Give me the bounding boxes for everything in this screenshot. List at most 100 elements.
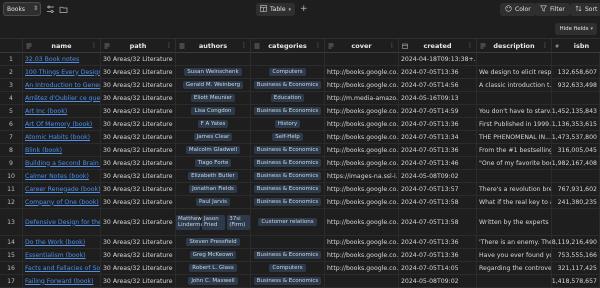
cell-cover[interactable]: http://m.media-amazo... bbox=[325, 92, 399, 104]
cell-categories[interactable]: Computers bbox=[251, 262, 325, 274]
cell-authors[interactable]: Elizabeth Butler bbox=[176, 170, 251, 182]
more-vertical-icon[interactable]: ⋮ bbox=[91, 42, 97, 50]
note-link[interactable]: Art Inc (book) bbox=[25, 108, 67, 115]
note-link[interactable]: Calmer Notes (book) bbox=[25, 173, 89, 180]
cell-description[interactable]: We design to elicit resp... bbox=[477, 66, 552, 78]
cell-cover[interactable]: http://books.google.co... bbox=[325, 131, 399, 143]
cell-authors[interactable]: Tiago Forte bbox=[176, 157, 251, 169]
table-row[interactable]: 17 Failing Forward (book) 30 Areas/32 Lite… bbox=[0, 275, 600, 288]
cell-path[interactable]: 30 Areas/32 Literature ... bbox=[101, 236, 176, 248]
table-row[interactable]: 10 Calmer Notes (book) 30 Areas/32 Literat… bbox=[0, 170, 600, 183]
cell-created[interactable]: 2024-07-05T14:59 bbox=[399, 105, 477, 117]
cell-description[interactable]: What if the real key to a... bbox=[477, 196, 552, 208]
cell-path[interactable]: 30 Areas/32 Literature ... bbox=[101, 275, 176, 287]
more-vertical-icon[interactable]: ⋮ bbox=[241, 42, 247, 50]
cell-categories[interactable]: Business & Economics bbox=[251, 196, 325, 208]
cell-description[interactable] bbox=[477, 92, 552, 104]
cell-description[interactable]: Have you ever found yo... bbox=[477, 249, 552, 261]
cell-description[interactable]: You don't have to starv... bbox=[477, 105, 552, 117]
cell-name[interactable]: Do the Work (book) bbox=[23, 236, 101, 248]
column-header-name[interactable]: name ⋮ bbox=[23, 39, 101, 53]
note-link[interactable]: An Introduction to General Sy bbox=[25, 82, 100, 89]
cell-description[interactable]: A classic introduction t... bbox=[477, 79, 552, 91]
note-link[interactable]: Failing Forward (book) bbox=[25, 278, 94, 285]
cell-created[interactable]: 2024-07-05T13:36 bbox=[399, 236, 477, 248]
note-link[interactable]: Building a Second Brain (boo bbox=[25, 160, 100, 167]
cell-description[interactable] bbox=[477, 53, 552, 65]
cell-cover[interactable]: http://books.google.co... bbox=[325, 105, 399, 117]
cell-path[interactable]: 30 Areas/32 Literature ... bbox=[101, 144, 176, 156]
cell-description[interactable]: THE PHENOMENAL IN... bbox=[477, 131, 552, 143]
cell-authors[interactable]: John C. Maxwell bbox=[176, 275, 251, 287]
cell-created[interactable]: 2024-07-05T13:58 bbox=[399, 196, 477, 208]
column-header-categories[interactable]: categories ⋮ bbox=[251, 39, 325, 53]
cell-isbn[interactable] bbox=[552, 209, 600, 235]
more-vertical-icon[interactable]: ⋮ bbox=[166, 42, 172, 50]
cell-name[interactable]: Facts and Fallacies of Softw bbox=[23, 262, 101, 274]
add-view-button[interactable]: + bbox=[300, 3, 308, 16]
cell-categories[interactable]: Education bbox=[251, 92, 325, 104]
cell-description[interactable] bbox=[477, 275, 552, 287]
cell-name[interactable]: Arrêtez d'Oublier ce que vo bbox=[23, 92, 101, 104]
cell-categories[interactable]: Business & Economics bbox=[251, 79, 325, 91]
cell-cover[interactable]: http://books.google.co... bbox=[325, 66, 399, 78]
cell-name[interactable]: Art Inc (book) bbox=[23, 105, 101, 117]
cell-path[interactable]: 30 Areas/32 Literature ... bbox=[101, 249, 176, 261]
cell-isbn[interactable]: 241,380,235 bbox=[552, 196, 600, 208]
cell-created[interactable]: 2024-04-18T09:13:38+... bbox=[399, 53, 477, 65]
cell-cover[interactable]: http://books.google.co... bbox=[325, 183, 399, 195]
note-link[interactable]: Essentialism (book) bbox=[25, 252, 86, 259]
cell-authors[interactable]: Lisa Congdon bbox=[176, 105, 251, 117]
cell-isbn[interactable]: 767,931,602 bbox=[552, 183, 600, 195]
note-link[interactable]: Facts and Fallacies of Softw bbox=[25, 265, 100, 272]
cell-description[interactable]: Written by the experts ... bbox=[477, 209, 552, 235]
color-button[interactable]: Color bbox=[500, 3, 536, 16]
cell-created[interactable]: 2024-07-05T13:34 bbox=[399, 131, 477, 143]
cell-created[interactable]: 2024-07-05T14:05 bbox=[399, 262, 477, 274]
cell-path[interactable]: 30 Areas/32 Literature ... bbox=[101, 196, 176, 208]
cell-cover[interactable]: http://books.google.co... bbox=[325, 144, 399, 156]
cell-categories[interactable]: Business & Economics bbox=[251, 157, 325, 169]
cell-cover[interactable]: http://books.google.co... bbox=[325, 196, 399, 208]
hide-fields-button[interactable]: Hide fields ▾ bbox=[555, 23, 597, 35]
cell-name[interactable]: An Introduction to General Sy bbox=[23, 79, 101, 91]
note-link[interactable]: Company of One (book) bbox=[25, 199, 99, 206]
cell-name[interactable]: Atomic Habits (book) bbox=[23, 131, 101, 143]
column-header-created[interactable]: created ⋮ bbox=[399, 39, 477, 53]
cell-authors[interactable] bbox=[176, 53, 251, 65]
cell-authors[interactable]: Jonathan Fields bbox=[176, 183, 251, 195]
table-row[interactable]: 13 Defensive Design for the Wel30 Areas/3… bbox=[0, 209, 600, 236]
cell-name[interactable]: Career Renegade (book) bbox=[23, 183, 101, 195]
table-row[interactable]: 14 Do the Work (book) 30 Areas/32 Literatu… bbox=[0, 236, 600, 249]
cell-created[interactable]: 2024-07-05T14:56 bbox=[399, 79, 477, 91]
cell-authors[interactable]: Gerald M. Weinberg bbox=[176, 79, 251, 91]
note-link[interactable]: Art Of Memory (book) bbox=[25, 121, 92, 128]
column-header-isbn[interactable]: # isbn bbox=[552, 39, 600, 53]
cell-name[interactable]: Blink (book) bbox=[23, 144, 101, 156]
cell-isbn[interactable] bbox=[552, 53, 600, 65]
cell-path[interactable]: 30 Areas/32 Literature ... bbox=[101, 157, 176, 169]
column-header-path[interactable]: path ⋮ bbox=[101, 39, 176, 53]
cell-description[interactable]: "One of my favorite boo... bbox=[477, 157, 552, 169]
cell-name[interactable]: Art Of Memory (book) bbox=[23, 118, 101, 130]
cell-authors[interactable]: Steven Pressfield bbox=[176, 236, 251, 248]
table-row[interactable]: 11 Career Renegade (book) 30 Areas/32 Lite… bbox=[0, 183, 600, 196]
note-link[interactable]: 32.03 Book notes bbox=[25, 56, 79, 63]
cell-name[interactable]: Defensive Design for the Wel bbox=[23, 209, 101, 235]
cell-authors[interactable]: Robert L. Glass bbox=[176, 262, 251, 274]
cell-categories[interactable]: Customer relations bbox=[251, 209, 325, 235]
cell-path[interactable]: 30 Areas/32 Literature ... bbox=[101, 209, 176, 235]
cell-description[interactable]: 'There is an enemy. The... bbox=[477, 236, 552, 248]
cell-cover[interactable]: http://books.google.co... bbox=[325, 236, 399, 248]
cell-categories[interactable]: Self-Help bbox=[251, 131, 325, 143]
cell-cover[interactable] bbox=[325, 275, 399, 287]
cell-path[interactable]: 30 Areas/32 Literature ... bbox=[101, 79, 176, 91]
cell-authors[interactable]: Matthew Linderman Jason Fried 37si (Firm) bbox=[176, 209, 251, 235]
cell-categories[interactable]: Business & Economics bbox=[251, 183, 325, 195]
cell-path[interactable]: 30 Areas/32 Literature ... bbox=[101, 105, 176, 117]
cell-categories[interactable]: Business & Economics bbox=[251, 105, 325, 117]
cell-authors[interactable]: James Clear bbox=[176, 131, 251, 143]
folder-icon[interactable] bbox=[58, 4, 68, 14]
cell-categories[interactable]: Business & Economics bbox=[251, 170, 325, 182]
table-row[interactable]: 5 Art Inc (book) 30 Areas/32 Literature ..… bbox=[0, 105, 600, 118]
